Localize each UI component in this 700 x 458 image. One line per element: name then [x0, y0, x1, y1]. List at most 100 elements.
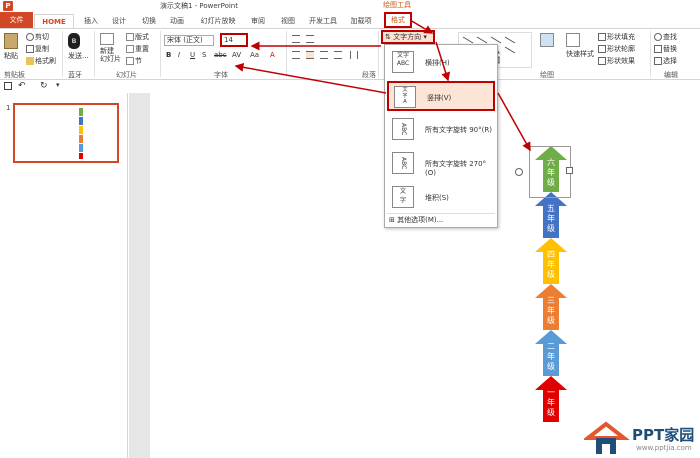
- customize-qat-icon[interactable]: ▾: [56, 81, 60, 89]
- replace-button[interactable]: 替换: [654, 44, 677, 54]
- paragraph-group-label: 段落: [362, 71, 376, 79]
- format-painter-button[interactable]: 格式刷: [26, 56, 56, 66]
- tab-review[interactable]: 审阅: [247, 14, 269, 28]
- cursor-icon: [654, 57, 662, 65]
- font-size-select[interactable]: 14: [220, 33, 248, 47]
- align-center-button[interactable]: [306, 51, 315, 59]
- paint-bucket-icon: [598, 33, 606, 41]
- menu-item-horizontal[interactable]: 文字 ABC 横排(H): [387, 48, 495, 78]
- paste-button[interactable]: 粘贴: [4, 33, 18, 61]
- tab-home[interactable]: HOME: [34, 14, 74, 28]
- text-direction-button[interactable]: ⇅ 文字方向 ▾: [381, 30, 435, 44]
- menu-item-vertical[interactable]: 文 字 A 竖排(V): [387, 81, 495, 111]
- numbering-icon: [306, 35, 314, 43]
- grade-arrow[interactable]: 三 年 级: [535, 284, 567, 330]
- quick-styles-button[interactable]: 快速样式: [566, 33, 594, 59]
- align-left-button[interactable]: [292, 51, 301, 59]
- numbering-button[interactable]: [306, 35, 315, 43]
- tab-format[interactable]: 格式: [384, 12, 412, 28]
- font-color-button[interactable]: A: [270, 51, 275, 59]
- grade-label: 一 年 级: [547, 388, 555, 417]
- italic-button[interactable]: I: [178, 51, 180, 59]
- slides-group-label: 幻灯片: [116, 71, 137, 79]
- editing-group-label: 编辑: [664, 71, 678, 79]
- grade-arrow[interactable]: 一 年 级: [535, 376, 567, 422]
- bluetooth-group-label: 蓝牙: [68, 71, 82, 79]
- tab-addins[interactable]: 加载项: [347, 14, 375, 28]
- tab-slideshow[interactable]: 幻灯片放映: [196, 14, 240, 28]
- font-name-select[interactable]: 宋体 (正文): [164, 35, 214, 46]
- menu-item-more-options[interactable]: ⊞ 其他选项(M)...: [389, 215, 443, 225]
- find-button[interactable]: 查找: [654, 32, 677, 42]
- section-button[interactable]: 节: [126, 56, 142, 66]
- ribbon: 粘贴 剪切 复制 格式刷 剪贴板 ʙ 发送... 蓝牙 新建 幻灯片 版式 重置…: [0, 28, 700, 80]
- justify-icon: [334, 51, 342, 59]
- slide-thumbnail[interactable]: [13, 103, 119, 163]
- align-left-icon: [292, 51, 300, 59]
- layout-button[interactable]: 版式: [126, 32, 149, 42]
- underline-button[interactable]: U: [190, 51, 195, 59]
- char-spacing-button[interactable]: AV: [232, 51, 241, 59]
- copy-button[interactable]: 复制: [26, 44, 49, 54]
- grade-label: 二 年 级: [547, 342, 555, 371]
- shape-effects-button[interactable]: 形状效果: [598, 56, 635, 66]
- save-icon[interactable]: [4, 82, 12, 90]
- new-slide-button[interactable]: 新建 幻灯片: [100, 33, 121, 63]
- shadow-button[interactable]: S: [202, 51, 206, 59]
- tab-insert[interactable]: 插入: [80, 14, 102, 28]
- brush-icon: [26, 57, 34, 65]
- rotate-270-icon: ABC: [392, 152, 414, 174]
- grade-arrow[interactable]: 五 年 级: [535, 192, 567, 238]
- rotate-handle[interactable]: [515, 168, 523, 176]
- text-direction-icon: ⇅: [385, 33, 391, 41]
- align-right-button[interactable]: [320, 51, 329, 59]
- shape-fill-button[interactable]: 形状填充: [598, 32, 635, 42]
- menu-item-rotate-270[interactable]: ABC 所有文字旋转 270°(O): [387, 149, 495, 179]
- reset-button[interactable]: 重置: [126, 44, 149, 54]
- layout-icon: [126, 33, 134, 41]
- ribbon-tabs: 文件 HOME 插入 设计 切换 动画 幻灯片放映 审阅 视图 开发工具 加载项…: [0, 12, 700, 28]
- grade-label: 四 年 级: [547, 250, 555, 279]
- arrange-button[interactable]: [540, 33, 554, 47]
- powerpoint-app-icon[interactable]: P: [3, 1, 13, 11]
- clipboard-icon: [4, 33, 18, 49]
- tab-developer[interactable]: 开发工具: [306, 14, 340, 28]
- title-bar: P 演示文稿1 - PowerPoint 绘图工具: [0, 0, 700, 12]
- change-case-button[interactable]: Aa: [250, 51, 259, 59]
- grade-arrow[interactable]: 二 年 级: [535, 330, 567, 376]
- menu-item-stacked[interactable]: 文 字 堆积(S): [387, 183, 495, 213]
- cut-button[interactable]: 剪切: [26, 32, 49, 42]
- selection-box[interactable]: [529, 146, 571, 198]
- scissors-icon: [26, 33, 34, 41]
- slide-number: 1: [6, 104, 11, 112]
- tab-design[interactable]: 设计: [108, 14, 130, 28]
- watermark-url: www.pptjia.com: [636, 444, 692, 452]
- tab-file[interactable]: 文件: [0, 12, 33, 28]
- align-center-icon: [306, 51, 314, 59]
- pen-icon: [598, 45, 606, 53]
- grade-arrow[interactable]: 四 年 级: [535, 238, 567, 284]
- bluetooth-icon: ʙ: [68, 33, 80, 49]
- bold-button[interactable]: B: [166, 51, 171, 59]
- watermark: PPT家园 www.pptjia.com: [580, 418, 700, 458]
- redo-icon[interactable]: ↻: [40, 81, 48, 91]
- clipboard-group-label: 剪贴板: [4, 71, 25, 79]
- bullets-button[interactable]: [292, 35, 301, 43]
- tab-animations[interactable]: 动画: [166, 14, 188, 28]
- stacked-text-icon: 文 字: [392, 186, 414, 208]
- undo-icon[interactable]: ↶: [18, 81, 26, 91]
- tab-transitions[interactable]: 切换: [138, 14, 160, 28]
- strikethrough-button[interactable]: abc: [214, 51, 227, 59]
- shape-outline-button[interactable]: 形状轮廓: [598, 44, 635, 54]
- effects-icon: [598, 57, 606, 65]
- quick-access-toolbar: ↶ ↻ ▾: [0, 80, 700, 93]
- copy-icon: [26, 45, 34, 53]
- text-direction-menu: 文字 ABC 横排(H) 文 字 A 竖排(V) ABC 所有文字旋转 90°(…: [384, 44, 498, 228]
- menu-item-rotate-90[interactable]: ABC 所有文字旋转 90°(R): [387, 115, 495, 145]
- columns-button[interactable]: [350, 51, 359, 59]
- resize-handle[interactable]: [566, 167, 573, 174]
- justify-button[interactable]: [334, 51, 343, 59]
- select-button[interactable]: 选择: [654, 56, 677, 66]
- tab-view[interactable]: 视图: [277, 14, 299, 28]
- bluetooth-send-button[interactable]: ʙ 发送...: [68, 33, 89, 61]
